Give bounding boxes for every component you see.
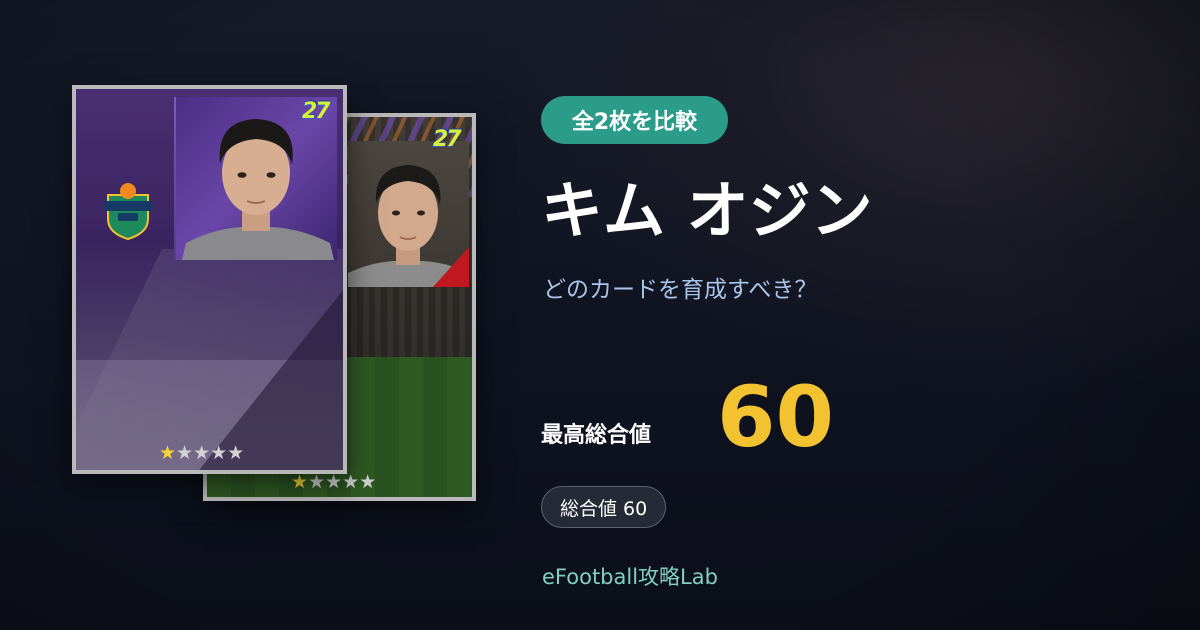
page-subtitle: どのカードを育成すべき？ — [543, 277, 818, 303]
season-logo: 27 — [433, 127, 462, 152]
player-face-icon — [348, 165, 469, 287]
card-rarity-stars: ★★★★★ — [291, 471, 377, 493]
club-badge-icon — [104, 183, 152, 241]
max-overall-value: 60 — [717, 368, 834, 466]
season-logo: 27 — [302, 99, 331, 124]
player-name: キム オジン — [541, 174, 873, 247]
player-card-1[interactable]: 27 ★★★★★ — [72, 85, 347, 474]
site-brand: eFootball攻略Lab — [542, 565, 718, 589]
card-rarity-stars: ★★★★★ — [159, 442, 245, 464]
max-overall-label: 最高総合値 — [541, 423, 652, 448]
compare-cards-button[interactable]: 全2枚を比較 — [541, 96, 728, 144]
player-photo — [348, 141, 469, 287]
overall-rating-chip: 総合値 60 — [541, 486, 667, 528]
